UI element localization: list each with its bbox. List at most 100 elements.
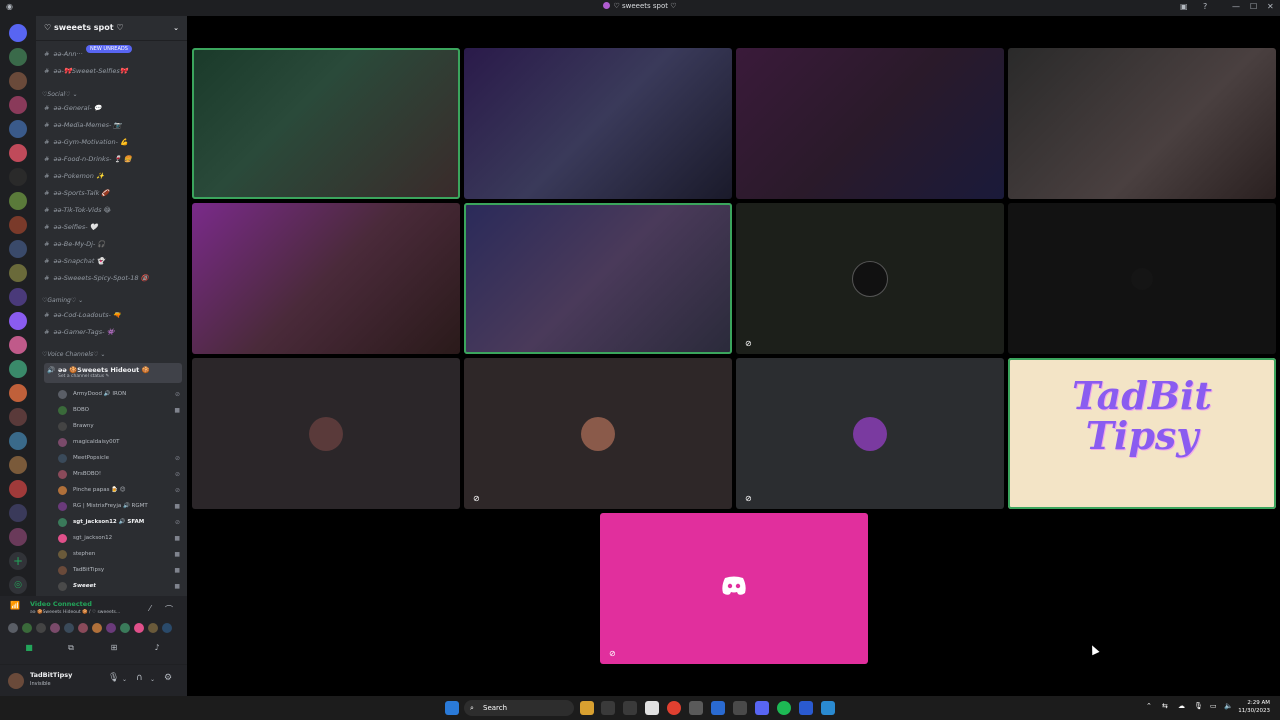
server-icon[interactable]: [9, 504, 27, 522]
avatar[interactable]: [148, 623, 158, 633]
app-icon[interactable]: [821, 701, 835, 715]
inbox-icon[interactable]: ▣: [1180, 2, 1188, 11]
channel-sports-talk[interactable]: # əə-Sports-Talk 🏈: [44, 189, 110, 197]
channel-spicy-spot[interactable]: # əə-Sweeets-Spicy-Spot-18 🔞: [44, 274, 149, 282]
participant-tile[interactable]: ⊘: [464, 358, 732, 509]
voice-member[interactable]: BOBO ■: [58, 405, 180, 417]
video-tile[interactable]: [192, 48, 460, 199]
signal-icon[interactable]: 📶: [10, 601, 20, 610]
maximize-button[interactable]: ☐: [1250, 2, 1257, 11]
connection-channel[interactable]: əə 🍪Sweeets Hideout 🍪 / ♡ sweeets...: [30, 610, 120, 615]
noise-suppression-icon[interactable]: ⁄: [143, 604, 157, 614]
camera-button[interactable]: ■: [22, 643, 36, 653]
gear-icon[interactable]: ⚙: [164, 673, 172, 683]
avatar[interactable]: [120, 623, 130, 633]
avatar[interactable]: [134, 623, 144, 633]
server-icon[interactable]: [9, 48, 27, 66]
channel-gym-motivation[interactable]: # əə-Gym-Motivation- 💪: [44, 138, 128, 146]
microphone-icon[interactable]: 🎙: [1194, 702, 1203, 710]
tray-icon[interactable]: ⇆: [1162, 702, 1168, 710]
app-icon[interactable]: [733, 701, 747, 715]
server-header[interactable]: ♡ sweeets spot ♡ ⌄: [36, 16, 187, 41]
participant-tile[interactable]: ⊘: [600, 513, 868, 664]
server-icon[interactable]: [9, 288, 27, 306]
network-icon[interactable]: ▭: [1210, 702, 1217, 710]
username[interactable]: TadBitTipsy: [30, 671, 72, 679]
avatar[interactable]: [78, 623, 88, 633]
soundboard-button[interactable]: ♪: [150, 643, 164, 653]
chrome-icon[interactable]: [667, 701, 681, 715]
channel-cod-loadouts[interactable]: # əə-Cod-Loadouts- 🔫: [44, 311, 121, 319]
server-icon[interactable]: [9, 336, 27, 354]
disconnect-icon[interactable]: ⌒: [162, 604, 176, 614]
voice-member[interactable]: magicaldaisy00T: [58, 437, 180, 449]
explore-icon[interactable]: ◎: [9, 576, 27, 594]
minimize-button[interactable]: —: [1232, 2, 1240, 11]
server-icon[interactable]: [9, 456, 27, 474]
channel-pokemon[interactable]: # əə-Pokemon ✨: [44, 172, 104, 180]
tray-icon[interactable]: ☁: [1178, 702, 1185, 710]
server-icon[interactable]: [9, 528, 27, 546]
screen-share-button[interactable]: ⧉: [64, 643, 78, 653]
channel-sweeet-selfies[interactable]: # əə-🎀Sweeet-Selfies🎀: [44, 67, 128, 75]
server-icon[interactable]: [9, 168, 27, 186]
video-tile[interactable]: [736, 48, 1004, 199]
server-icon[interactable]: [9, 192, 27, 210]
voice-member[interactable]: Brawny: [58, 421, 180, 433]
server-icon[interactable]: [9, 144, 27, 162]
app-icon[interactable]: [645, 701, 659, 715]
server-icon[interactable]: [9, 216, 27, 234]
avatar[interactable]: [106, 623, 116, 633]
participant-tile[interactable]: [1008, 203, 1276, 354]
app-icon[interactable]: [601, 701, 615, 715]
user-avatar[interactable]: [8, 673, 24, 689]
video-tile[interactable]: [192, 203, 460, 354]
participant-tile[interactable]: ⊘: [736, 358, 1004, 509]
channel-be-my-dj[interactable]: # əə-Be-My-Dj- 🎧: [44, 240, 106, 248]
add-server-icon[interactable]: +: [9, 552, 27, 570]
close-button[interactable]: ✕: [1267, 2, 1274, 11]
avatar[interactable]: [64, 623, 74, 633]
volume-icon[interactable]: 🔈: [1224, 702, 1233, 710]
video-tile[interactable]: [1008, 48, 1276, 199]
server-icon[interactable]: [9, 432, 27, 450]
voice-member[interactable]: stephen ■: [58, 549, 180, 561]
avatar[interactable]: [36, 623, 46, 633]
discord-taskbar-icon[interactable]: [755, 701, 769, 715]
taskbar-search[interactable]: ⌕ Search: [464, 700, 574, 716]
home-icon[interactable]: [9, 24, 27, 42]
voice-member[interactable]: ArmyDood 🔊 IRON ⊘: [58, 389, 180, 401]
avatar[interactable]: [92, 623, 102, 633]
channel-food-n-drinks[interactable]: # əə-Food-n-Drinks- 🍷 🍔: [44, 155, 132, 163]
headphones-icon[interactable]: ∩: [136, 673, 143, 683]
voice-member[interactable]: Pinche papas 🍺 😊 ⊘: [58, 485, 180, 497]
avatar[interactable]: [22, 623, 32, 633]
channel-status[interactable]: Set a channel status ✎: [58, 374, 109, 379]
participant-tile[interactable]: ⊘: [736, 203, 1004, 354]
category-gaming[interactable]: ♡Gaming♡ ⌄: [42, 297, 83, 304]
app-icon[interactable]: [689, 701, 703, 715]
voice-member[interactable]: TadBitTipsy ■: [58, 565, 180, 577]
channel-selfies[interactable]: # əə-Selfies- 🤍: [44, 223, 98, 231]
windows-start-icon[interactable]: [445, 701, 459, 715]
file-explorer-icon[interactable]: [580, 701, 594, 715]
chevron-down-icon[interactable]: ⌄: [150, 676, 155, 683]
help-icon[interactable]: ?: [1203, 2, 1207, 11]
video-tile[interactable]: [464, 48, 732, 199]
new-unreads-badge[interactable]: NEW UNREADS: [86, 45, 132, 53]
spotify-icon[interactable]: [777, 701, 791, 715]
clock[interactable]: 2:29 AM 11/30/2023: [1238, 699, 1270, 715]
avatar[interactable]: [162, 623, 172, 633]
video-tile-tadbittipsy[interactable]: TadBit Tipsy: [1008, 358, 1276, 509]
voice-channel-sweeets-hideout[interactable]: 🔊 əə 🍪Sweeets Hideout 🍪 Set a channel st…: [44, 363, 182, 383]
server-icon[interactable]: [9, 240, 27, 258]
server-icon[interactable]: [9, 384, 27, 402]
channel-gamer-tags[interactable]: # əə-Gamer-Tags- 👾: [44, 328, 115, 336]
channel-media-memes[interactable]: # əə-Media-Memes- 📷: [44, 121, 122, 129]
voice-member[interactable]: Sweeet ■: [58, 581, 180, 593]
channel-general[interactable]: # əə-General- 💬: [44, 104, 102, 112]
server-icon[interactable]: [9, 480, 27, 498]
server-icon[interactable]: [9, 264, 27, 282]
server-icon[interactable]: [9, 72, 27, 90]
server-icon[interactable]: [9, 96, 27, 114]
